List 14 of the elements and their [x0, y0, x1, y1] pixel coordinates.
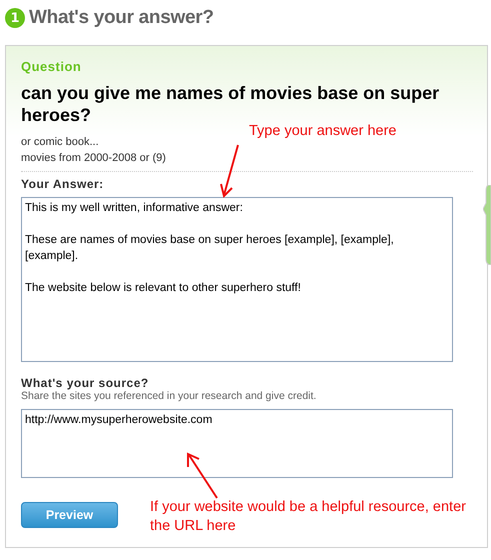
- answer-field[interactable]: This is my well written, informative answer: These are names of movies base on super heroes [example], [example], [example]. The website below is relevant to other superhero stuff!: [21, 197, 453, 362]
- section-title: What's your answer?: [29, 7, 214, 29]
- annotation-text: Type your answer here: [249, 122, 396, 141]
- source-hint: Share the sites you referenced in your research and give credit.: [21, 390, 318, 402]
- source-field[interactable]: http://www.mysuperherowebsite.com: [21, 409, 453, 478]
- question-label: Question: [21, 59, 82, 74]
- source-label: What's your source?: [21, 376, 150, 390]
- annotation-text: If your website would be a helpful resource, enter the URL here: [150, 498, 467, 536]
- annotation-arrow: [220, 143, 242, 199]
- question-detail: movies from 2000-2008 or (9): [21, 151, 167, 166]
- question-title: can you give me names of movies base on super heroes?: [21, 82, 440, 125]
- answer-label: Your Answer:: [21, 177, 105, 191]
- step-number-badge: 1: [5, 8, 25, 28]
- question-detail: or comic book...: [21, 135, 100, 150]
